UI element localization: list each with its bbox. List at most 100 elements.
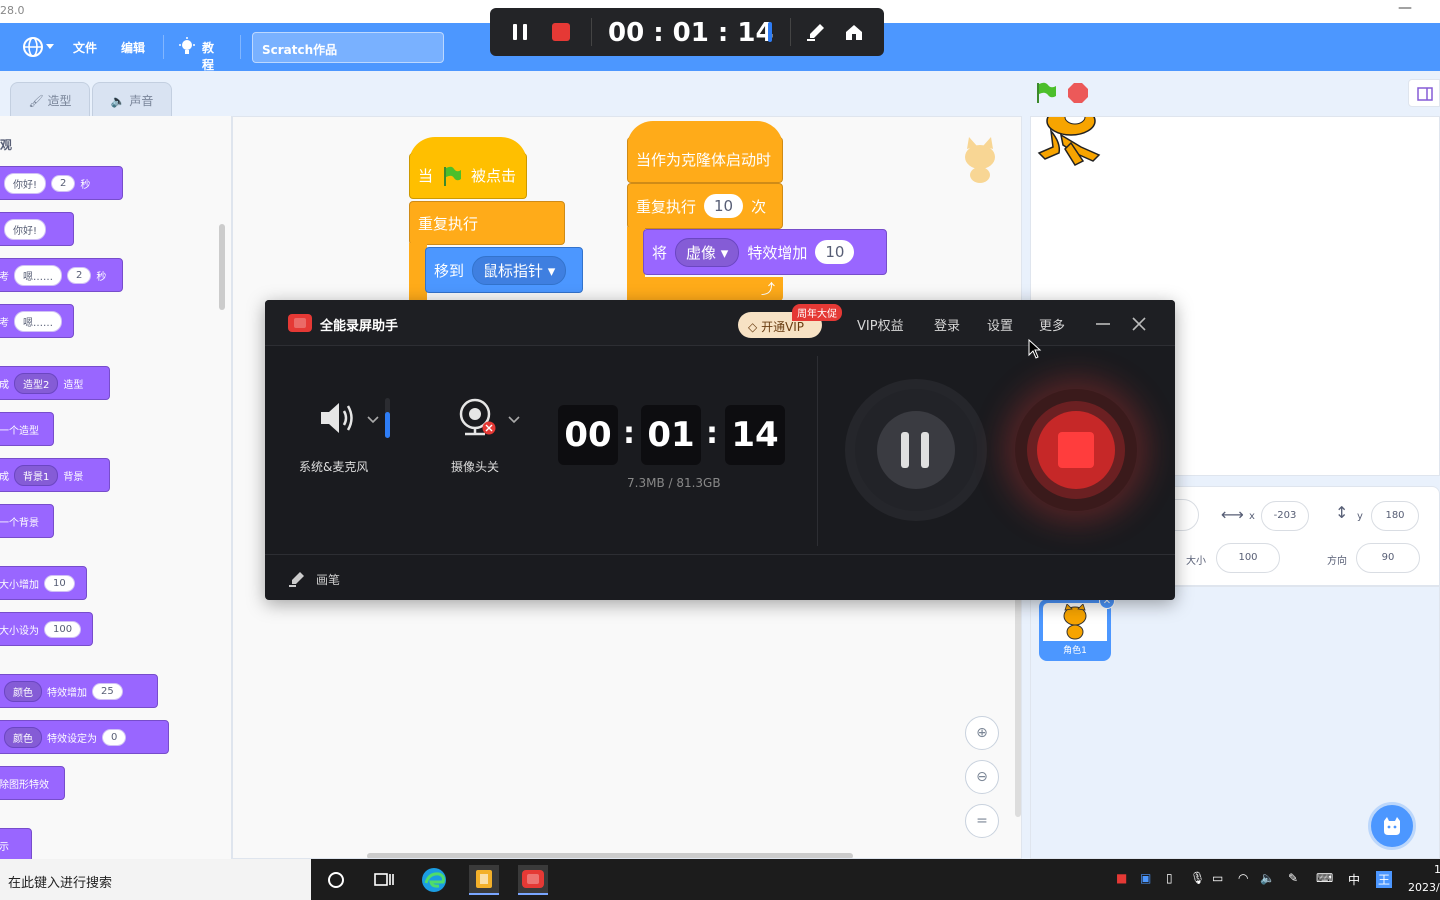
palette-block-say-for-secs[interactable]: 说 你好! 2 秒 — [0, 166, 123, 200]
palette-block-set-size[interactable]: 将大小设为 100 — [0, 612, 93, 646]
taskbar-search-input[interactable]: 在此键入进行搜索 — [0, 859, 311, 900]
pause-icon — [901, 432, 929, 468]
home-icon[interactable] — [844, 22, 864, 42]
close-icon[interactable] — [1131, 316, 1147, 332]
go-to-block[interactable]: 移到 鼠标指针 ▾ — [425, 247, 583, 293]
y-position-input[interactable]: 180 — [1371, 501, 1419, 531]
when-i-start-as-clone-block[interactable]: 当作为克隆体启动时 — [627, 137, 783, 183]
tray-pen-icon[interactable]: ✎ — [1288, 871, 1298, 885]
add-sprite-cat-button[interactable] — [1368, 802, 1416, 850]
tray-keyboard-icon[interactable]: ⌨ — [1316, 871, 1333, 885]
timer-seconds: 14 — [725, 405, 785, 465]
tray-usb-icon[interactable]: ▯ — [1166, 871, 1173, 885]
file-manager-app-icon[interactable] — [469, 865, 499, 895]
loop-arrow-icon: ⤴ — [761, 282, 775, 298]
task-view-icon[interactable] — [369, 865, 399, 895]
tray-battery-icon[interactable]: ▭ — [1212, 871, 1223, 885]
stop-record-icon[interactable] — [551, 22, 571, 42]
tab-costumes[interactable]: 🖌 造型 — [10, 82, 90, 116]
tray-ime-indicator[interactable]: 中 — [1348, 871, 1360, 888]
tray-input-method-icon[interactable]: 王 — [1376, 871, 1393, 888]
tab-sounds[interactable]: 🔈 声音 — [92, 82, 172, 116]
cortana-circle-icon[interactable] — [321, 865, 351, 895]
palette-block-clear-effects[interactable]: 清除图形特效 — [0, 766, 65, 800]
clock-date[interactable]: 2023/ — [1408, 881, 1440, 894]
palette-block-set-effect[interactable]: 将 颜色 特效设定为 0 — [0, 720, 169, 754]
direction-input[interactable]: 90 — [1356, 543, 1420, 573]
menu-file[interactable]: 文件 — [73, 39, 97, 56]
toolbar-divider — [591, 18, 592, 46]
direction-label: 方向 — [1327, 556, 1347, 567]
project-title-input[interactable]: Scratch作品 — [252, 32, 444, 63]
sprite-thumbnail-image — [1043, 603, 1107, 641]
recording-floating-toolbar: 00 : 01 : 14 — [490, 8, 884, 56]
repeat-block[interactable]: 重复执行 10 次 — [627, 183, 783, 229]
chevron-down-icon[interactable] — [508, 416, 520, 424]
palette-block-next-costume[interactable]: 下一个造型 — [0, 412, 54, 446]
when-flag-clicked-block[interactable]: 当 被点击 — [409, 153, 527, 199]
x-position-input[interactable]: -203 — [1261, 501, 1309, 531]
size-input[interactable]: 100 — [1216, 543, 1280, 573]
nav-more[interactable]: 更多 — [1039, 315, 1065, 334]
panel-divider — [817, 356, 818, 546]
palette-scrollbar[interactable] — [219, 224, 225, 310]
menu-tutorials[interactable]: 教程 — [202, 39, 214, 73]
effect-dropdown[interactable]: 虚像 ▾ — [675, 237, 740, 267]
pause-recording-button[interactable] — [855, 389, 977, 511]
zoom-out-button[interactable]: ⊖ — [965, 760, 999, 794]
language-globe-icon[interactable] — [22, 36, 54, 58]
y-arrows-icon: ↕ — [1335, 503, 1349, 522]
camera-selector[interactable]: 摄像头关 — [445, 390, 535, 480]
audio-source-label: 系统&麦克风 — [299, 460, 369, 474]
window-minimize-button[interactable]: — — [1398, 0, 1412, 16]
change-effect-block[interactable]: 将 虚像 ▾ 特效增加 10 — [643, 229, 887, 275]
sprite-thumbnail[interactable]: 角色1 ✕ — [1039, 593, 1115, 661]
toolbar-timer: 00 : 01 : 14 — [608, 18, 774, 48]
tray-network-app-icon[interactable]: ▣ — [1140, 871, 1151, 885]
green-flag-icon[interactable] — [1034, 81, 1058, 105]
chevron-down-icon[interactable] — [367, 416, 379, 424]
palette-block-switch-costume[interactable]: 换成 造型2 造型 — [0, 366, 110, 400]
speaker-icon: 🔈 — [110, 94, 126, 108]
menu-edit[interactable]: 编辑 — [121, 39, 145, 56]
palette-block-change-size[interactable]: 将大小增加 10 — [0, 566, 87, 600]
nav-login[interactable]: 登录 — [934, 315, 960, 334]
stage-layout-toggle-icon[interactable] — [1408, 79, 1440, 107]
nav-settings[interactable]: 设置 — [987, 315, 1013, 334]
cat-sprite-icon[interactable] — [1031, 116, 1107, 169]
clock-time[interactable]: 1 — [1434, 863, 1440, 876]
tray-recorder-icon[interactable]: ■ — [1116, 871, 1127, 885]
palette-block-change-effect[interactable]: 将 颜色 特效增加 25 — [0, 674, 158, 708]
screen-recorder-app-icon[interactable] — [518, 865, 548, 895]
windows-taskbar: 在此键入进行搜索 ■ ▣ ▯ 🎙 ▭ ◠ 🔈 ✎ ⌨ 中 王 1 2023/ — [0, 859, 1440, 900]
webcam-off-icon — [459, 398, 496, 436]
audio-source-selector[interactable]: 系统&麦克风 — [295, 390, 395, 480]
zoom-reset-button[interactable]: = — [965, 804, 999, 838]
palette-block-think-for-secs[interactable]: 思考 嗯…… 2 秒 — [0, 258, 123, 292]
pen-icon[interactable] — [806, 22, 826, 42]
pen-tool-label: 画笔 — [316, 573, 341, 587]
tray-wifi-icon[interactable]: ◠ — [1238, 871, 1248, 885]
effect-value-input[interactable]: 10 — [815, 240, 855, 264]
forever-block[interactable]: 重复执行 — [409, 201, 565, 245]
tray-volume-icon[interactable]: 🔈 — [1260, 871, 1275, 885]
palette-block-say[interactable]: 说 你好! — [0, 212, 74, 246]
nav-vip-benefits[interactable]: VIP权益 — [857, 315, 904, 334]
palette-category-title: 外观 — [0, 138, 13, 152]
minimize-icon[interactable] — [1095, 316, 1111, 332]
zoom-in-button[interactable]: ⊕ — [965, 716, 999, 750]
menubar-divider — [163, 35, 164, 59]
timer-minutes: 01 — [641, 405, 701, 465]
stop-recording-button[interactable] — [1015, 389, 1137, 511]
palette-block-think[interactable]: 思考 嗯…… — [0, 304, 74, 338]
tray-microphone-icon[interactable]: 🎙 — [1190, 871, 1205, 885]
palette-block-next-backdrop[interactable]: 下一个背景 — [0, 504, 54, 538]
palette-block-show[interactable]: 显示 — [0, 828, 32, 859]
stop-icon[interactable] — [1067, 82, 1089, 104]
brush-icon: 🖌 — [28, 94, 44, 108]
palette-block-switch-backdrop[interactable]: 换成 背景1 背景 — [0, 458, 110, 492]
edge-browser-icon[interactable] — [419, 865, 449, 895]
pause-icon[interactable] — [510, 22, 530, 42]
go-to-target-dropdown[interactable]: 鼠标指针 ▾ — [472, 255, 567, 285]
repeat-count-input[interactable]: 10 — [704, 194, 744, 218]
